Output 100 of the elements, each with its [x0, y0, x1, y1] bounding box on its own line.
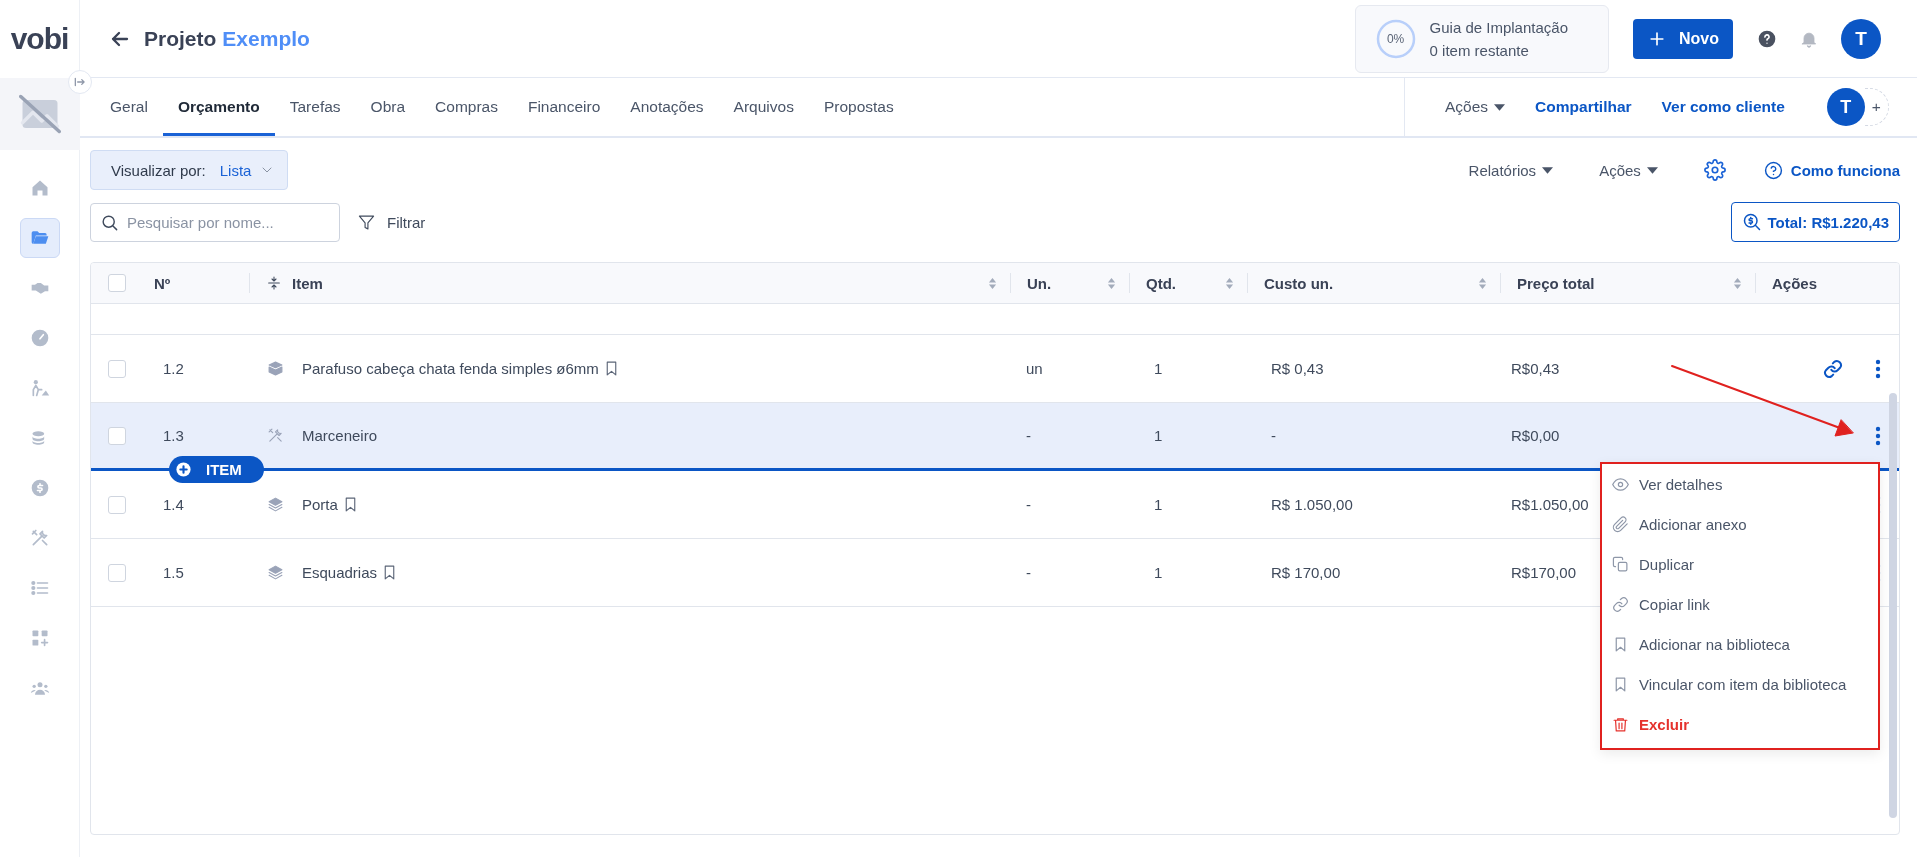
- column-header: Custo un.: [1264, 274, 1334, 292]
- kebab-icon: [1875, 358, 1881, 379]
- tab[interactable]: Compras: [420, 78, 513, 136]
- guide-subtitle: 0 item restante: [1429, 41, 1530, 59]
- setup-guide-card[interactable]: 0% Guia de Implantação 0 item restante: [1354, 4, 1609, 73]
- quantity-cell: 1: [1154, 564, 1163, 581]
- tab[interactable]: Propostas: [808, 78, 909, 136]
- total-price-cell: R$1.050,00: [1511, 496, 1589, 513]
- how-it-works-link[interactable]: Como funciona: [1763, 160, 1900, 180]
- tab[interactable]: Orçamento: [162, 78, 275, 136]
- total-price-cell: R$0,43: [1511, 360, 1560, 377]
- actions-dropdown[interactable]: Ações: [1599, 161, 1658, 179]
- progress-ring: [1375, 18, 1416, 59]
- expand-sidebar-button[interactable]: [68, 70, 92, 94]
- column-header: Item: [292, 274, 323, 292]
- settings-button[interactable]: [1703, 159, 1726, 181]
- trash-icon: [1612, 715, 1629, 733]
- search-field[interactable]: Pesquisar por nome...: [90, 202, 340, 242]
- dollar-icon: [29, 478, 50, 498]
- guide-title: Guia de Implantação: [1429, 18, 1568, 36]
- checkbox[interactable]: [107, 426, 126, 445]
- column-header: Un.: [1027, 274, 1052, 292]
- column-header: Preço total: [1517, 274, 1595, 292]
- view-value: Lista: [219, 161, 252, 179]
- tools-icon: [267, 427, 284, 444]
- menu-item[interactable]: Copiar link: [1602, 584, 1878, 624]
- menu-item[interactable]: Adicionar na biblioteca: [1602, 624, 1878, 664]
- unit-cell: -: [1026, 564, 1031, 581]
- link-icon[interactable]: [1823, 358, 1843, 379]
- menu-item[interactable]: Vincular com item da biblioteca: [1602, 664, 1878, 704]
- column-header: Ações: [1772, 274, 1818, 292]
- user-avatar[interactable]: T: [1841, 18, 1881, 59]
- item-name: Marceneiro: [302, 427, 378, 444]
- help-button[interactable]: [1757, 28, 1777, 49]
- sidebar-item[interactable]: [19, 218, 60, 258]
- unit-cost-cell: R$ 0,43: [1271, 360, 1324, 377]
- caret-down-icon: [1646, 166, 1658, 174]
- view-as-client-link[interactable]: Ver como cliente: [1661, 98, 1785, 116]
- list-icon: [29, 578, 50, 598]
- checkbox[interactable]: [107, 563, 126, 582]
- column-header: Nº: [154, 274, 171, 292]
- total-button[interactable]: Total: R$1.220,43: [1730, 202, 1900, 242]
- paperclip-icon: [1612, 515, 1629, 533]
- caret-down-icon: [1542, 166, 1554, 174]
- unit-cell: -: [1026, 427, 1031, 444]
- tab[interactable]: Financeiro: [512, 78, 616, 136]
- quantity-cell: 1: [1154, 496, 1163, 513]
- tab[interactable]: Arquivos: [718, 78, 809, 136]
- tools-icon: [29, 528, 50, 548]
- layers-icon: [267, 564, 284, 581]
- reports-dropdown[interactable]: Relatórios: [1468, 161, 1554, 179]
- collapse-icon: [266, 275, 282, 291]
- item-number: 1.3: [163, 427, 184, 444]
- more-button[interactable]: [1875, 358, 1881, 379]
- item-number: 1.4: [163, 496, 184, 513]
- plus-circle-icon: [175, 461, 192, 478]
- tab[interactable]: Obra: [355, 78, 421, 136]
- quantity-cell: 1: [1154, 427, 1163, 444]
- menu-item[interactable]: Duplicar: [1602, 544, 1878, 584]
- tab[interactable]: Geral: [95, 78, 163, 136]
- item-number: 1.5: [163, 564, 184, 581]
- share-link[interactable]: Compartilhar: [1535, 98, 1632, 116]
- unit-cell: -: [1026, 496, 1031, 513]
- view-mode-selector[interactable]: Visualizar por: Lista: [90, 150, 289, 190]
- total-price-cell: R$0,00: [1511, 427, 1560, 444]
- progress-percent: 0%: [1386, 32, 1405, 45]
- layers-icon: [267, 496, 284, 513]
- new-button[interactable]: Novo: [1633, 18, 1733, 59]
- money-search-icon: [1741, 212, 1762, 232]
- help-icon: [1763, 160, 1783, 180]
- user-avatar: T: [1826, 88, 1865, 126]
- tab[interactable]: Anotações: [615, 78, 719, 136]
- add-item-button[interactable]: ITEM: [169, 456, 264, 483]
- search-icon: [100, 212, 119, 232]
- settings-icon: [1703, 159, 1726, 181]
- column-header: Qtd.: [1146, 274, 1176, 292]
- item-number: 1.2: [163, 360, 184, 377]
- tab[interactable]: Tarefas: [274, 78, 356, 136]
- unit-cell: un: [1026, 360, 1043, 377]
- item-name: Parafuso cabeça chata fenda simples ø6mm: [302, 360, 599, 377]
- box-icon: [267, 360, 284, 377]
- caret-down-icon: [1494, 103, 1506, 111]
- item-name: Esquadrias: [302, 564, 378, 581]
- expand-icon: [73, 75, 87, 89]
- menu-item[interactable]: Adicionar anexo: [1602, 504, 1878, 544]
- more-button[interactable]: [1875, 425, 1881, 446]
- filter-button[interactable]: Filtrar: [358, 213, 426, 231]
- checkbox[interactable]: [107, 359, 126, 378]
- menu-item[interactable]: Ver detalhes: [1602, 464, 1878, 504]
- image-off-icon: [18, 93, 61, 135]
- checkbox[interactable]: [107, 495, 126, 514]
- view-label: Visualizar por:: [111, 161, 206, 179]
- item-name: Porta: [302, 496, 338, 513]
- menu-item[interactable]: Excluir: [1602, 704, 1878, 744]
- eye-icon: [1612, 475, 1629, 493]
- kebab-icon: [1875, 425, 1881, 446]
- checkbox[interactable]: [107, 274, 126, 292]
- actions-dropdown[interactable]: Ações: [1445, 98, 1506, 116]
- total-price-cell: R$170,00: [1511, 564, 1577, 581]
- unit-cost-cell: -: [1271, 427, 1276, 444]
